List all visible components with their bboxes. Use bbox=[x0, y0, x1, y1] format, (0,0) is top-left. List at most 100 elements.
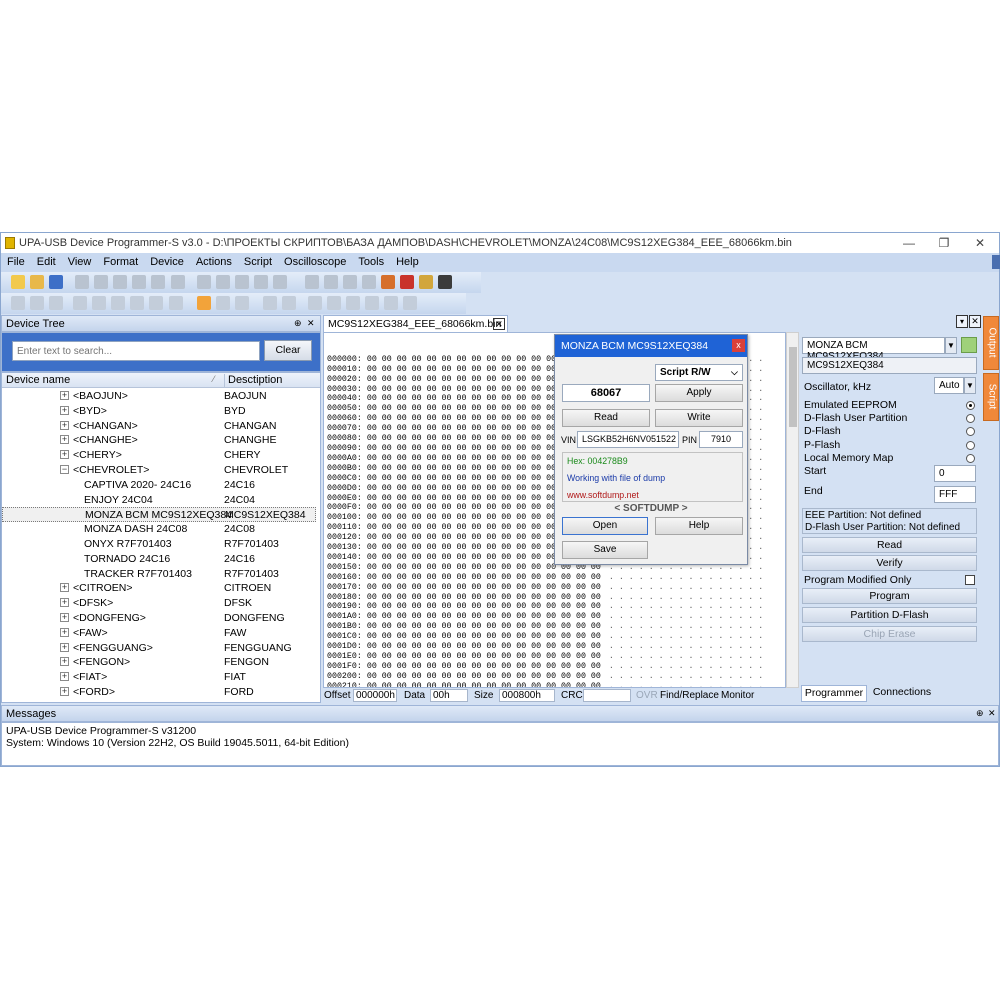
menu-tools[interactable]: Tools bbox=[352, 253, 390, 268]
expand-icon[interactable]: + bbox=[60, 420, 69, 430]
expand-icon[interactable]: + bbox=[60, 405, 69, 415]
editor-tab[interactable]: MC9S12XEG384_EEE_68066km.bin ✕ bbox=[323, 315, 508, 332]
close-tab-icon[interactable]: ✕ bbox=[493, 318, 505, 330]
next-icon[interactable] bbox=[111, 296, 126, 310]
prev-icon[interactable] bbox=[92, 296, 107, 310]
maximize-button[interactable]: ❐ bbox=[929, 235, 959, 251]
tree-row[interactable]: + <DONGFENG> DONGFENG bbox=[2, 611, 316, 626]
chip-icon[interactable] bbox=[234, 296, 249, 310]
tree-row[interactable]: + <FIAT> FIAT bbox=[2, 670, 316, 685]
side-tab-output[interactable]: Output bbox=[983, 316, 999, 370]
oscillator-select[interactable]: Auto bbox=[934, 377, 964, 394]
last-icon[interactable] bbox=[130, 296, 145, 310]
write-button[interactable]: Write bbox=[655, 409, 743, 427]
menu-device[interactable]: Device bbox=[144, 253, 190, 268]
find-icon[interactable] bbox=[196, 275, 211, 289]
tree-row[interactable]: TORNADO 24C16 24C16 bbox=[2, 552, 316, 567]
play-icon[interactable] bbox=[262, 296, 277, 310]
tree-row[interactable]: TRACKER R7F701403 R7F701403 bbox=[2, 567, 316, 582]
memory-option-radio[interactable] bbox=[966, 427, 975, 437]
window-icon[interactable] bbox=[215, 296, 230, 310]
pin-icon[interactable]: ⊕ bbox=[976, 708, 984, 719]
load-device-icon[interactable] bbox=[961, 337, 977, 353]
device-select[interactable]: MONZA BCM MC9S12XEQ384 bbox=[802, 337, 945, 362]
expand-icon[interactable]: + bbox=[60, 627, 69, 637]
expand-icon[interactable]: + bbox=[60, 598, 69, 608]
menu-script[interactable]: Script bbox=[238, 253, 278, 268]
memory-option-radio[interactable] bbox=[966, 414, 975, 424]
expand-icon[interactable]: + bbox=[60, 583, 69, 593]
tree-row[interactable]: + <CITROEN> CITROEN bbox=[2, 581, 316, 596]
view4-icon[interactable] bbox=[365, 296, 380, 310]
tree-row[interactable]: + <FENGON> FENGON bbox=[2, 655, 316, 670]
align-right-icon[interactable] bbox=[30, 296, 45, 310]
expand-icon[interactable]: + bbox=[60, 450, 69, 460]
program-modified-checkbox[interactable] bbox=[965, 575, 975, 585]
close-button[interactable]: ✕ bbox=[965, 235, 995, 251]
vin-field[interactable]: LSGKB52H6NV051522 bbox=[577, 431, 679, 448]
menu-format[interactable]: Format bbox=[97, 253, 144, 268]
delete-icon[interactable] bbox=[170, 275, 185, 289]
open-button[interactable]: Open bbox=[562, 517, 648, 535]
sum-icon[interactable] bbox=[419, 275, 434, 289]
chip-erase-button[interactable]: Chip Erase bbox=[802, 626, 977, 642]
clear-button[interactable]: Clear bbox=[264, 340, 312, 361]
pin-icon[interactable]: ⊕ bbox=[294, 318, 302, 329]
settings-icon[interactable] bbox=[168, 296, 183, 310]
new-file-icon[interactable] bbox=[11, 275, 25, 289]
script-icon[interactable] bbox=[381, 275, 396, 289]
tree-row[interactable]: − <CHEVROLET> CHEVROLET bbox=[2, 463, 316, 478]
memory-option-radio[interactable] bbox=[966, 440, 975, 450]
tree-row[interactable]: MONZA BCM MC9S12XEQ384 MC9S12XEQ384 bbox=[2, 507, 316, 523]
replace-icon[interactable] bbox=[215, 275, 230, 289]
checksum-icon[interactable] bbox=[272, 275, 287, 289]
expand-icon[interactable]: + bbox=[60, 672, 69, 682]
copy-icon[interactable] bbox=[132, 275, 147, 289]
memory-option-radio[interactable] bbox=[966, 401, 975, 410]
fill-icon[interactable] bbox=[323, 275, 338, 289]
minimize-button[interactable]: — bbox=[894, 235, 924, 251]
mode-select[interactable]: Script R/W ⌵ bbox=[655, 364, 743, 381]
tree-row[interactable]: + <FAW> FAW bbox=[2, 626, 316, 641]
first-icon[interactable] bbox=[73, 296, 88, 310]
side-tab-script[interactable]: Script bbox=[983, 373, 999, 421]
menu-actions[interactable]: Actions bbox=[190, 253, 238, 268]
search-input[interactable] bbox=[12, 341, 260, 361]
read-button[interactable]: Read bbox=[802, 537, 977, 553]
bookmark-icon[interactable] bbox=[253, 275, 268, 289]
monitor-tab[interactable]: Monitor bbox=[721, 690, 754, 701]
chevron-down-icon[interactable]: ▼ bbox=[964, 377, 976, 394]
tree-row[interactable]: + <CHANGHE> CHANGHE bbox=[2, 433, 316, 448]
tree-row[interactable]: + <DFSK> DFSK bbox=[2, 596, 316, 611]
start-field[interactable]: 0 bbox=[934, 465, 976, 482]
memory-option-radio[interactable] bbox=[966, 453, 975, 463]
dropdown-icon[interactable]: ▾ bbox=[956, 315, 968, 328]
paste-icon[interactable] bbox=[151, 275, 166, 289]
end-field[interactable]: FFF bbox=[934, 486, 976, 503]
menu-view[interactable]: View bbox=[62, 253, 98, 268]
tree-row[interactable]: + <BAOJUN> BAOJUN bbox=[2, 389, 316, 404]
expand-icon[interactable]: + bbox=[60, 391, 69, 400]
view1-icon[interactable] bbox=[307, 296, 322, 310]
tree-row[interactable]: MONZA DASH 24C08 24C08 bbox=[2, 522, 316, 537]
collapse-icon[interactable]: − bbox=[60, 465, 69, 474]
align-left-icon[interactable] bbox=[11, 296, 25, 310]
network-icon[interactable] bbox=[438, 275, 453, 289]
bug-icon[interactable] bbox=[400, 275, 415, 289]
refresh-icon[interactable] bbox=[149, 296, 164, 310]
value-field[interactable]: 68067 bbox=[562, 384, 650, 402]
tree-row[interactable]: ENJOY 24C04 24C04 bbox=[2, 493, 316, 508]
expand-icon[interactable]: + bbox=[60, 613, 69, 622]
save-button[interactable]: Save bbox=[562, 541, 648, 559]
expand-icon[interactable]: + bbox=[60, 642, 69, 652]
select-icon[interactable] bbox=[304, 275, 319, 289]
find-replace-tab[interactable]: Find/Replace bbox=[660, 690, 719, 701]
help-button[interactable]: Help bbox=[655, 517, 743, 535]
view5-icon[interactable] bbox=[384, 296, 399, 310]
menu-help[interactable]: Help bbox=[390, 253, 425, 268]
tree-row[interactable]: ONYX R7F701403 R7F701403 bbox=[2, 537, 316, 552]
goto-icon[interactable] bbox=[234, 275, 249, 289]
apply-button[interactable]: Apply bbox=[655, 384, 743, 402]
close-icon[interactable]: ✕ bbox=[307, 318, 315, 329]
expand-icon[interactable]: + bbox=[60, 435, 69, 445]
